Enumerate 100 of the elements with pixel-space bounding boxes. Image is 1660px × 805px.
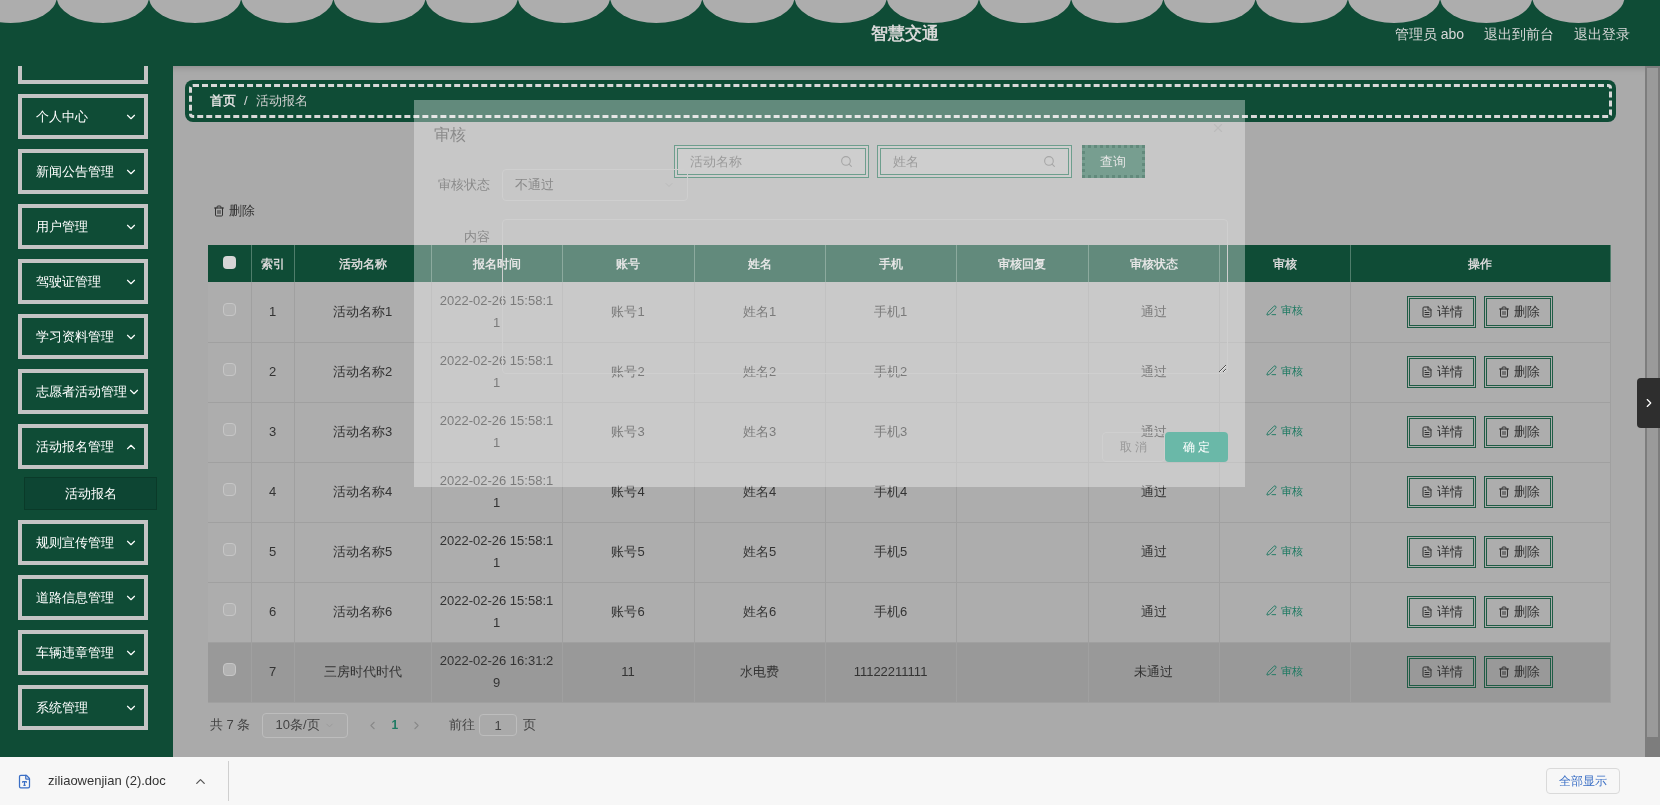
table-cell: 1 bbox=[268, 303, 277, 319]
table-cell: 活动名称1 bbox=[332, 303, 393, 319]
sidebar-item[interactable]: 道路信息管理 bbox=[18, 575, 148, 620]
trash-icon bbox=[1497, 305, 1510, 318]
select-all-checkbox[interactable] bbox=[222, 255, 236, 269]
column-header: 手机 bbox=[878, 256, 903, 271]
sidebar-item[interactable]: 系统管理 bbox=[18, 685, 148, 730]
table-cell: 2022-02-26 15:58:11 bbox=[439, 413, 554, 450]
detail-button[interactable]: 详情 bbox=[1407, 656, 1476, 688]
sidebar-item[interactable]: 用户管理 bbox=[18, 204, 148, 249]
header-link[interactable]: 退出登录 bbox=[1574, 23, 1630, 45]
column-header: 索引 bbox=[260, 256, 285, 271]
column-header: 审核回复 bbox=[998, 256, 1046, 271]
row-checkbox[interactable] bbox=[222, 483, 236, 497]
table-cell: 姓名3 bbox=[742, 424, 777, 439]
breadcrumb-link[interactable]: 活动报名 bbox=[255, 91, 308, 111]
delete-button[interactable]: 删除 bbox=[1484, 596, 1553, 628]
document-icon bbox=[1420, 305, 1433, 318]
table-cell: 2 bbox=[268, 364, 277, 379]
table-cell: 4 bbox=[268, 484, 277, 499]
detail-button[interactable]: 详情 bbox=[1407, 536, 1476, 568]
breadcrumb-link[interactable]: 首页 bbox=[210, 91, 236, 111]
sidebar-item[interactable]: 车辆违章管理 bbox=[18, 630, 148, 675]
row-checkbox[interactable] bbox=[222, 543, 236, 557]
table-cell: 5 bbox=[268, 544, 277, 559]
table-cell: 3 bbox=[268, 424, 277, 439]
row-checkbox[interactable] bbox=[222, 663, 236, 677]
close-icon[interactable] bbox=[1211, 121, 1225, 135]
table-cell: 11 bbox=[621, 664, 635, 679]
table-cell: 11122211111 bbox=[853, 664, 928, 679]
table-cell: 通过 bbox=[1140, 303, 1167, 319]
pen-icon bbox=[1266, 365, 1277, 377]
sidebar-item[interactable]: 规则宣传管理 bbox=[18, 520, 148, 565]
goto-label: 前往 bbox=[449, 716, 476, 735]
header-link[interactable]: 退出到前台 bbox=[1484, 23, 1554, 45]
table-cell: 姓名5 bbox=[742, 544, 777, 559]
trash-icon bbox=[1497, 366, 1510, 378]
document-icon bbox=[1420, 486, 1433, 498]
sidebar-item[interactable]: 个人中心 bbox=[18, 94, 148, 139]
field-label: 内容 bbox=[463, 228, 491, 246]
table-cell: 手机6 bbox=[873, 604, 908, 619]
detail-button[interactable]: 详情 bbox=[1407, 356, 1476, 388]
trash-icon bbox=[213, 205, 225, 217]
table-cell: 2022-02-26 15:58:11 bbox=[439, 353, 554, 390]
delete-button[interactable]: 删除 bbox=[1484, 416, 1553, 448]
table-cell: 通过 bbox=[1140, 604, 1167, 619]
table-cell: 7 bbox=[268, 664, 277, 679]
expand-tab[interactable] bbox=[1637, 378, 1660, 428]
table-cell: 姓名1 bbox=[742, 303, 777, 319]
row-checkbox[interactable] bbox=[222, 423, 236, 437]
page-input[interactable]: 1 bbox=[479, 714, 518, 736]
total-count: 共 7 条 bbox=[210, 716, 251, 735]
show-all-button[interactable]: 全部显示 bbox=[1546, 768, 1620, 794]
trash-icon bbox=[1497, 426, 1510, 438]
column-header: 审核 bbox=[1272, 256, 1297, 271]
delete-button[interactable]: 删除 bbox=[1484, 476, 1553, 508]
trash-icon bbox=[1497, 666, 1510, 678]
search-icon bbox=[839, 155, 853, 168]
sidebar-item[interactable]: 新闻公告管理 bbox=[18, 149, 148, 194]
document-icon bbox=[1420, 666, 1433, 678]
delete-button[interactable]: 删除 bbox=[1484, 356, 1553, 388]
table-cell: 手机3 bbox=[873, 424, 908, 439]
table-cell: 账号5 bbox=[611, 544, 645, 559]
row-checkbox[interactable] bbox=[222, 303, 236, 316]
page-size-select[interactable]: 10条/页 bbox=[262, 712, 349, 738]
header-link[interactable]: 管理员 abo bbox=[1394, 23, 1464, 45]
sidebar-item[interactable]: 学习资料管理 bbox=[18, 314, 148, 359]
delete-button[interactable]: 删除 bbox=[208, 201, 260, 221]
delete-button[interactable]: 删除 bbox=[1484, 295, 1553, 328]
column-header: 审核状态 bbox=[1129, 256, 1178, 271]
field-label: 审核状态 bbox=[437, 176, 491, 195]
pen-icon bbox=[1266, 425, 1277, 437]
file-name[interactable]: ziliaowenjian (2).doc bbox=[48, 771, 166, 791]
sidebar-item[interactable]: 活动报名管理 bbox=[18, 424, 148, 469]
delete-button[interactable]: 删除 bbox=[1484, 656, 1553, 688]
breadcrumb-separator: / bbox=[244, 92, 248, 111]
search-icon bbox=[1042, 155, 1056, 168]
row-checkbox[interactable] bbox=[222, 603, 236, 617]
document-icon bbox=[17, 773, 32, 789]
sidebar-item[interactable]: 驾驶证管理 bbox=[18, 259, 148, 304]
table-cell: 活动名称4 bbox=[332, 484, 393, 499]
table-cell: 手机4 bbox=[873, 484, 908, 499]
document-icon bbox=[1420, 546, 1433, 558]
table-cell: 2022-02-26 15:58:11 bbox=[439, 292, 554, 330]
table-cell: 通过 bbox=[1140, 544, 1167, 559]
trash-icon bbox=[1497, 486, 1510, 498]
detail-button[interactable]: 详情 bbox=[1407, 596, 1476, 628]
sidebar-item[interactable]: 志愿者活动管理 bbox=[18, 369, 148, 414]
detail-button[interactable]: 详情 bbox=[1407, 476, 1476, 508]
table-cell: 6 bbox=[268, 604, 277, 619]
table-cell: 姓名6 bbox=[742, 604, 777, 619]
page-unit: 页 bbox=[523, 716, 537, 735]
delete-button[interactable]: 删除 bbox=[1484, 536, 1553, 568]
table-cell: 活动名称2 bbox=[332, 364, 393, 379]
dialog-title: 审核 bbox=[434, 125, 466, 145]
trash-icon bbox=[1497, 606, 1510, 618]
sidebar-subitem[interactable]: 活动报名 bbox=[24, 477, 157, 510]
detail-button[interactable]: 详情 bbox=[1407, 416, 1476, 448]
row-checkbox[interactable] bbox=[222, 363, 236, 377]
detail-button[interactable]: 详情 bbox=[1407, 295, 1476, 328]
